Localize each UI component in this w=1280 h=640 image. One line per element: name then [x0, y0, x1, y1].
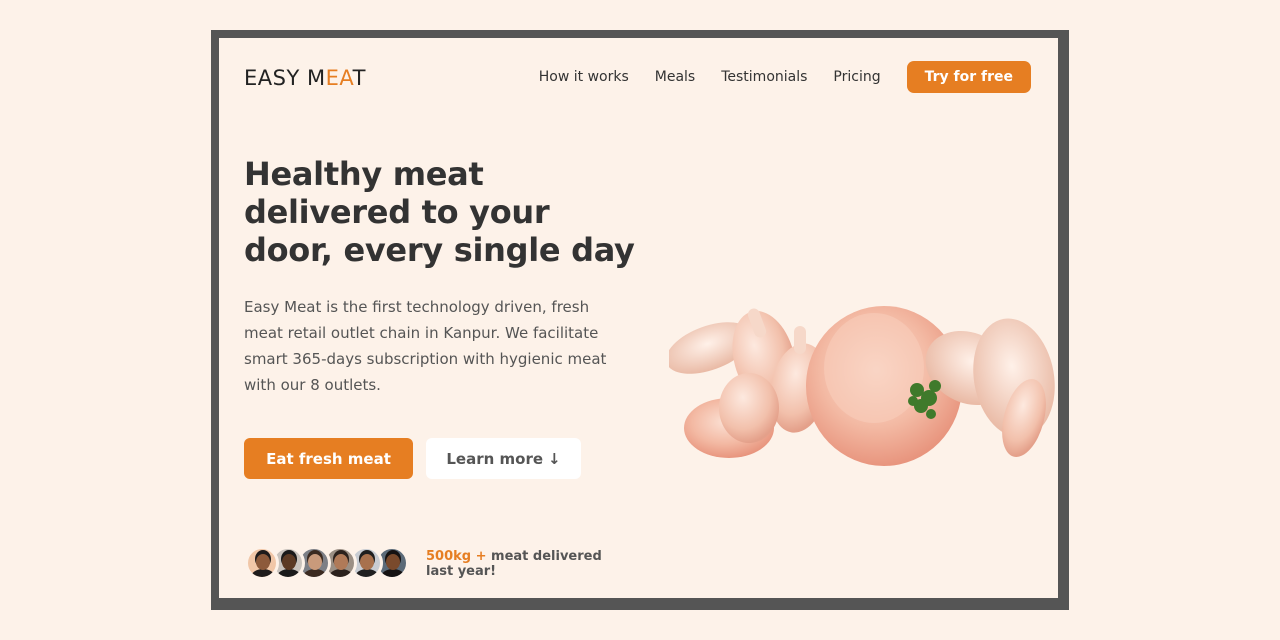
learn-more-button[interactable]: Learn more ↓: [426, 438, 581, 479]
nav-link-pricing[interactable]: Pricing: [833, 69, 880, 85]
customer-avatars: [245, 546, 409, 580]
hero-description: Easy Meat is the first technology driven…: [244, 298, 607, 394]
nav-link-how-it-works[interactable]: How it works: [539, 69, 629, 85]
try-for-free-button[interactable]: Try for free: [906, 61, 1031, 93]
learn-more-label: Learn more: [446, 449, 544, 468]
nav-link-meals[interactable]: Meals: [655, 69, 695, 85]
page-viewport: EASY MEAT How it works Meals Testimonial…: [219, 38, 1058, 598]
logo[interactable]: EASY MEAT: [244, 66, 366, 90]
logo-text-accent: EA: [325, 66, 353, 90]
logo-text-end: T: [352, 66, 366, 90]
delivered-stat: 500kg + meat delivered last year!: [426, 549, 616, 579]
eat-fresh-meat-button[interactable]: Eat fresh meat: [244, 438, 413, 479]
nav-link-testimonials[interactable]: Testimonials: [721, 69, 807, 85]
delivered-amount: 500kg +: [426, 549, 487, 564]
arrow-down-icon: ↓: [548, 449, 561, 468]
hero-title: Healthy meat delivered to your door, eve…: [244, 155, 635, 269]
raw-chicken-image: [669, 306, 1055, 466]
main-nav: How it works Meals Testimonials Pricing …: [539, 61, 1031, 93]
logo-text-start: EASY M: [244, 66, 326, 90]
browser-frame: EASY MEAT How it works Meals Testimonial…: [211, 30, 1069, 610]
avatar: [245, 546, 279, 580]
